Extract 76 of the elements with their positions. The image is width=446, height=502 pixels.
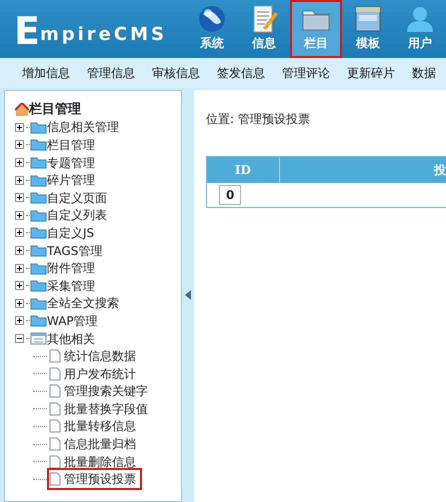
folder-icon [30,279,47,292]
tree-item[interactable]: 自定义列表 [47,206,107,224]
document-icon [49,349,61,364]
column-header: 投 [280,157,446,183]
tree-item[interactable]: 批量删除信息 [49,452,136,471]
nav-tab[interactable]: 用户 [394,0,446,58]
document-icon [49,419,61,434]
folder-icon [30,138,47,152]
column-header: ID [207,157,280,183]
document-icon [49,402,61,416]
menu-link[interactable]: 审核信息 [152,64,200,82]
expand-toggle[interactable] [15,176,24,185]
expand-toggle[interactable] [15,228,24,238]
folder-icon [30,174,47,187]
document-icon [49,384,61,398]
tree-item[interactable]: 批量替换字段值 [49,400,148,418]
menu-link[interactable]: 数据 [412,64,436,82]
folder-icon [30,262,47,275]
expand-toggle[interactable] [15,281,24,290]
document-icon [49,472,61,486]
document-icon [49,366,61,381]
menu-link[interactable]: 管理信息 [87,64,135,82]
expand-toggle[interactable] [15,140,24,150]
document-icon [49,454,61,469]
tree-item[interactable]: 碎片管理 [47,171,95,190]
tree-item[interactable]: 采集管理 [47,276,95,295]
id-field[interactable]: 0 [219,185,242,205]
tree-item[interactable]: 信息批量归档 [49,435,136,454]
expand-toggle[interactable] [15,246,24,256]
tree-item[interactable]: 其他相关 [47,330,95,348]
tree-item[interactable]: 专题管理 [47,154,95,172]
folder-icon [30,314,47,328]
expand-toggle[interactable] [15,264,24,273]
menu-link[interactable]: 管理评论 [282,64,330,82]
folder-icon [30,208,47,222]
expand-toggle[interactable] [15,316,24,326]
folder-icon [30,156,47,170]
menu-link[interactable]: 签发信息 [217,64,265,82]
expand-toggle[interactable] [15,122,24,132]
nav-tab[interactable]: 模板 [342,0,394,58]
nav-tab[interactable]: 系统 [186,0,238,58]
folder-icon [30,226,47,240]
window-icon [353,4,384,34]
tree-item[interactable]: 用户发布统计 [49,364,136,383]
collapse-toggle[interactable] [15,334,24,344]
folder-icon [30,191,47,204]
menu-link[interactable]: 更新碎片 [347,64,395,82]
expand-toggle[interactable] [15,298,24,308]
tree-item[interactable]: 管理预设投票 [49,470,140,488]
tree-item[interactable]: 自定义JS [47,224,94,242]
breadcrumb-text: 位置: 管理预设投票 [206,111,311,128]
tree-item[interactable]: 栏目管理 [47,136,95,154]
tree-item[interactable]: 管理搜索关键字 [49,382,148,400]
tree-item[interactable]: 附件管理 [47,259,95,278]
collapse-arrow-icon[interactable] [184,290,191,300]
folder-icon [30,244,47,258]
globe-icon [197,4,228,34]
tree-item[interactable]: WAP管理 [47,312,98,330]
nav-tab[interactable]: 信息 [238,0,290,58]
menu-link[interactable]: 增加信息 [22,64,70,82]
home-icon [15,102,29,117]
expand-toggle[interactable] [15,193,24,202]
user-icon [405,4,436,34]
folder-icon [30,120,47,134]
tree-item[interactable]: 统计信息数据 [49,347,136,366]
tree-item[interactable]: 自定义页面 [47,188,107,207]
document-icon [49,437,61,452]
folder-icon [30,296,47,310]
tree-item[interactable]: 信息相关管理 [47,118,119,136]
tree-item[interactable]: 全站全文搜索 [47,294,119,312]
tree-title: 栏目管理 [29,101,81,120]
expand-toggle[interactable] [15,158,24,168]
tree-item[interactable]: TAGS管理 [47,242,102,260]
tree-item[interactable]: 批量转移信息 [49,417,136,436]
expand-toggle[interactable] [15,210,24,220]
open-folder-icon [30,332,47,346]
